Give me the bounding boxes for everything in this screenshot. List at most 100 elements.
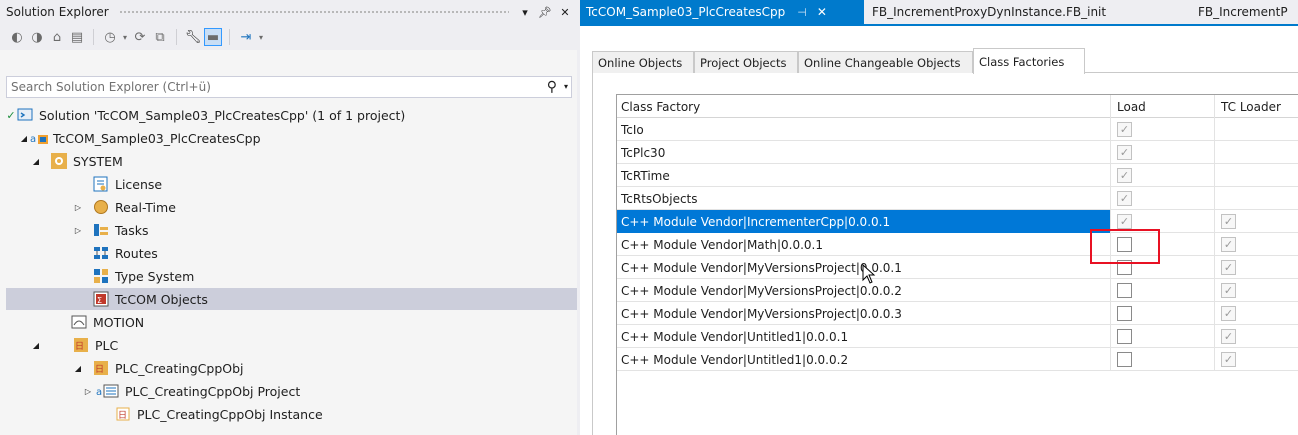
expanded-check-icon[interactable]: ✓ [6,109,16,122]
collapsed-arrow-icon[interactable]: ▷ [82,387,94,396]
class-factory-name-cell[interactable]: C++ Module Vendor|Math|0.0.0.1 [617,233,1111,256]
tree-item-tasks[interactable]: ▷ Tasks [6,219,577,241]
forward-icon[interactable]: ◑ [28,28,46,46]
load-checkbox[interactable]: ✓ [1117,122,1132,137]
column-header-load[interactable]: Load [1111,95,1215,118]
class-factory-name-cell[interactable]: TcPlc30 [617,141,1111,164]
tc-loader-cell[interactable] [1215,118,1298,141]
tree-item-solution[interactable]: ✓ Solution 'TcCOM_Sample03_PlcCreatesCpp… [6,104,577,126]
tc-loader-checkbox[interactable]: ✓ [1221,306,1236,321]
search-input[interactable]: Search Solution Explorer (Ctrl+ü) ⚲ ▾ [6,76,572,98]
tc-loader-checkbox[interactable]: ✓ [1221,237,1236,252]
column-header-class-factory[interactable]: Class Factory [617,95,1111,118]
home-icon[interactable]: ⌂ [48,28,66,46]
tab-class-factories[interactable]: Class Factories [973,48,1085,74]
class-factory-name-cell[interactable]: C++ Module Vendor|IncrementerCpp|0.0.0.1 [617,210,1111,233]
load-checkbox[interactable]: ✓ [1117,214,1132,229]
tab-online-objects[interactable]: Online Objects [592,51,694,73]
tree-item-plc[interactable]: ◢ 日 PLC [6,334,577,356]
collapse-all-icon[interactable]: ⧉ [151,28,169,46]
tab-online-changeable-objects[interactable]: Online Changeable Objects [798,51,973,73]
tab-fb-increment-truncated[interactable]: FB_IncrementP [1192,0,1298,24]
expanded-arrow-icon[interactable]: ◢ [18,134,30,143]
table-row[interactable]: TcRTime ✓ [617,164,1298,187]
tc-loader-checkbox[interactable]: ✓ [1221,260,1236,275]
table-row[interactable]: TcPlc30 ✓ [617,141,1298,164]
tc-loader-cell[interactable]: ✓ [1215,325,1298,348]
load-cell[interactable]: ✓ [1111,164,1215,187]
back-icon[interactable]: ◐ [8,28,26,46]
expanded-arrow-icon[interactable]: ◢ [30,157,42,166]
tc-loader-cell[interactable]: ✓ [1215,279,1298,302]
dropdown-arrow-icon[interactable]: ▾ [257,28,265,46]
expanded-arrow-icon[interactable]: ◢ [30,341,42,350]
tree-item-project[interactable]: ◢ a TcCOM_Sample03_PlcCreatesCpp [6,127,577,149]
table-row[interactable]: C++ Module Vendor|MyVersionsProject|0.0.… [617,302,1298,325]
tc-loader-cell[interactable]: ✓ [1215,256,1298,279]
load-checkbox[interactable]: ✓ [1117,168,1132,183]
preview-selected-items-icon[interactable]: ▬ [204,28,222,46]
column-header-tc-loader[interactable]: TC Loader [1215,95,1298,118]
table-row[interactable]: C++ Module Vendor|MyVersionsProject|0.0.… [617,256,1298,279]
load-cell[interactable]: ✓ [1111,118,1215,141]
sync-with-document-icon[interactable]: ⟳ [131,28,149,46]
load-checkbox[interactable]: ✓ [1117,191,1132,206]
close-icon[interactable]: ✕ [557,6,573,19]
load-checkbox[interactable] [1117,329,1132,344]
load-cell[interactable] [1111,348,1215,371]
table-row[interactable]: TcRtsObjects ✓ [617,187,1298,210]
load-cell[interactable]: ✓ [1111,141,1215,164]
tc-loader-cell[interactable]: ✓ [1215,348,1298,371]
tree-item-plc-project[interactable]: ◢ 日 PLC_CreatingCppObj [6,357,577,379]
load-cell[interactable] [1111,279,1215,302]
collapsed-arrow-icon[interactable]: ▷ [72,226,84,235]
tree-item-tccom-objects[interactable]: Σ TcCOM Objects [6,288,577,310]
class-factory-name-cell[interactable]: C++ Module Vendor|MyVersionsProject|0.0.… [617,302,1111,325]
close-tab-icon[interactable]: ✕ [817,5,827,19]
load-checkbox[interactable] [1117,306,1132,321]
load-cell[interactable] [1111,302,1215,325]
table-row[interactable]: C++ Module Vendor|MyVersionsProject|0.0.… [617,279,1298,302]
drag-grip[interactable] [118,9,509,15]
table-row[interactable]: C++ Module Vendor|Untitled1|0.0.0.2 ✓ [617,348,1298,371]
tree-item-realtime[interactable]: ▷ Real-Time [6,196,577,218]
search-icon[interactable]: ⚲ [547,79,557,95]
pin-tab-icon[interactable]: ⇥ [237,28,255,46]
class-factory-name-cell[interactable]: TcRTime [617,164,1111,187]
tree-item-plc-instance[interactable]: 日 PLC_CreatingCppObj Instance [6,403,577,425]
dropdown-arrow-icon[interactable]: ▾ [121,28,129,46]
collapsed-arrow-icon[interactable]: ▷ [72,203,84,212]
pending-changes-filter-icon[interactable]: ◷ [101,28,119,46]
table-row[interactable]: C++ Module Vendor|IncrementerCpp|0.0.0.1… [617,210,1298,233]
load-cell[interactable]: ✓ [1111,187,1215,210]
search-solution-explorer[interactable]: Search Solution Explorer (Ctrl+ü) ⚲ ▾ [6,76,572,98]
pin-icon[interactable]: ⊣ [797,6,807,19]
class-factory-name-cell[interactable]: C++ Module Vendor|Untitled1|0.0.0.2 [617,348,1111,371]
load-checkbox[interactable] [1117,283,1132,298]
tc-loader-cell[interactable] [1215,141,1298,164]
window-position-icon[interactable]: ▾ [517,6,533,19]
tc-loader-checkbox[interactable]: ✓ [1221,329,1236,344]
tree-item-system[interactable]: ◢ SYSTEM [6,150,577,172]
load-checkbox[interactable]: ✓ [1117,145,1132,160]
tc-loader-cell[interactable]: ✓ [1215,302,1298,325]
tc-loader-checkbox[interactable]: ✓ [1221,352,1236,367]
tc-loader-checkbox[interactable]: ✓ [1221,283,1236,298]
load-checkbox[interactable] [1117,352,1132,367]
tree-item-routes[interactable]: Routes [6,242,577,264]
tree-item-motion[interactable]: MOTION [6,311,577,333]
tree-item-license[interactable]: License [6,173,577,195]
class-factory-name-cell[interactable]: TcIo [617,118,1111,141]
tc-loader-checkbox[interactable]: ✓ [1221,214,1236,229]
class-factory-name-cell[interactable]: TcRtsObjects [617,187,1111,210]
tc-loader-cell[interactable] [1215,187,1298,210]
table-row[interactable]: C++ Module Vendor|Math|0.0.0.1 ✓ [617,233,1298,256]
table-row[interactable]: TcIo ✓ [617,118,1298,141]
tree-item-plc-subproject[interactable]: ▷ a PLC_CreatingCppObj Project [6,380,577,402]
table-row[interactable]: C++ Module Vendor|Untitled1|0.0.0.1 ✓ [617,325,1298,348]
tc-loader-cell[interactable]: ✓ [1215,210,1298,233]
switch-views-icon[interactable]: ▤ [68,28,86,46]
auto-hide-pin-icon[interactable]: 📌︎ [537,6,553,19]
search-options-chevron-icon[interactable]: ▾ [564,82,568,91]
tree-item-type-system[interactable]: Type System [6,265,577,287]
